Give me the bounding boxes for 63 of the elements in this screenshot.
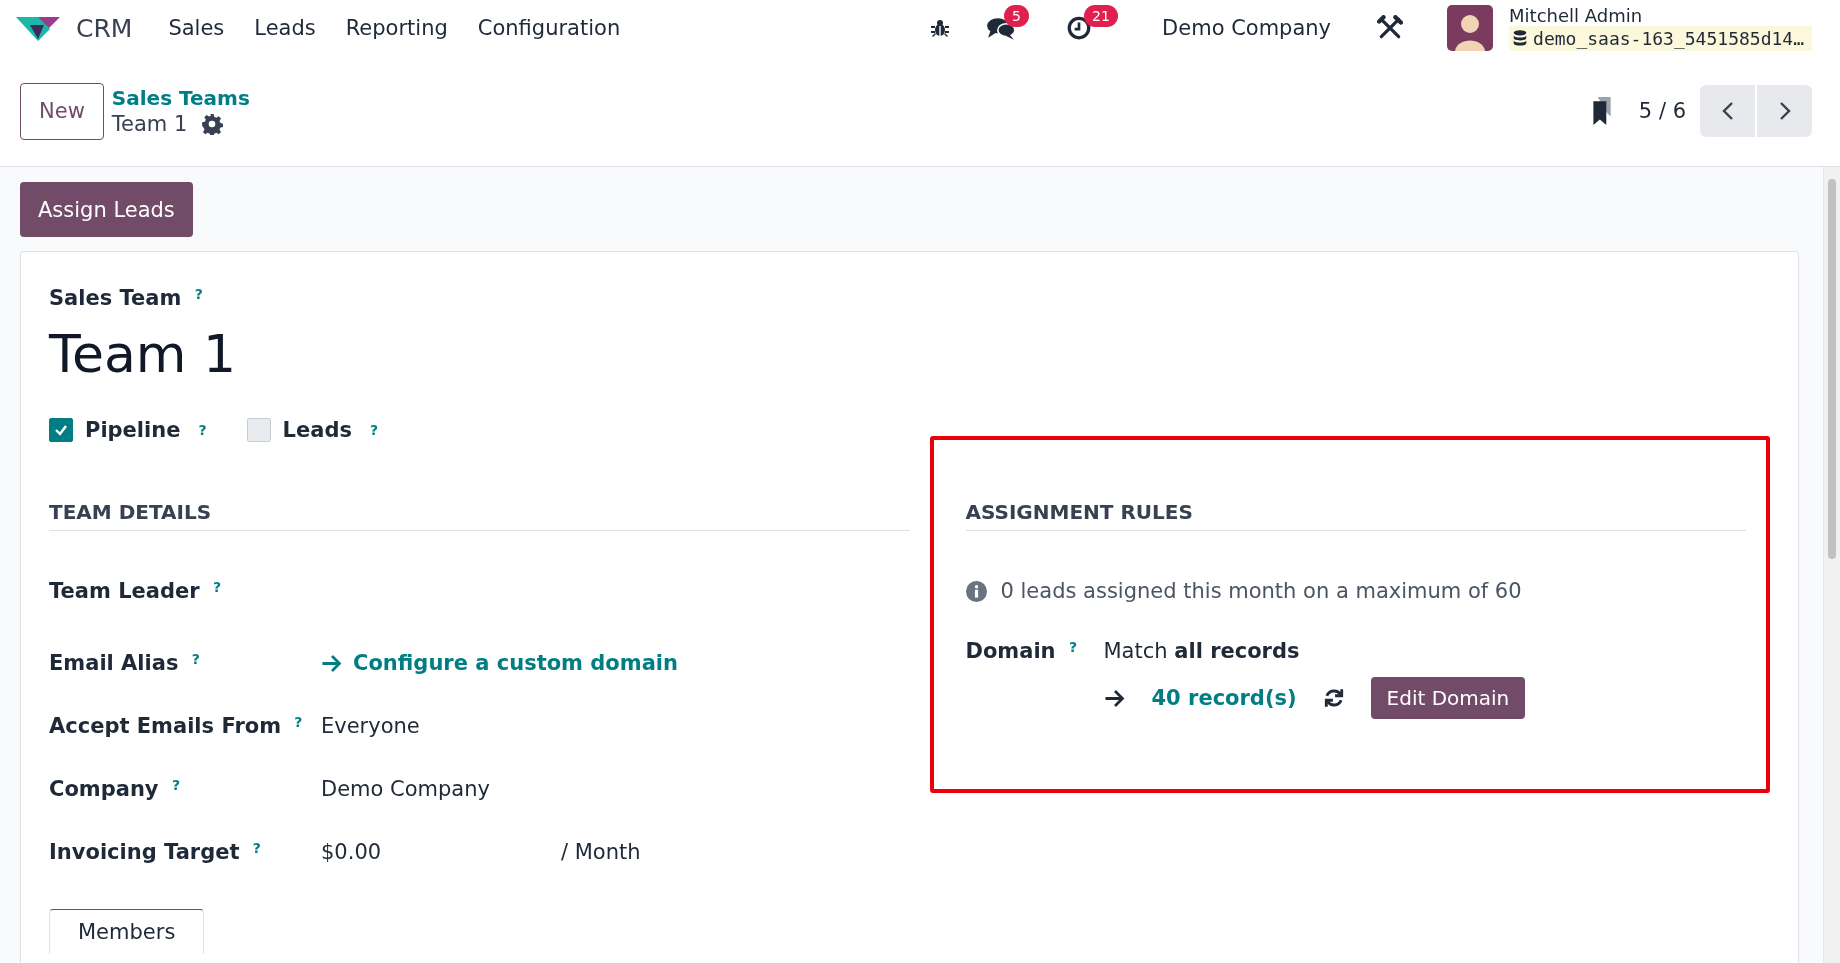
field-value: Demo Company <box>321 777 490 801</box>
configure-domain-link[interactable]: Configure a custom domain <box>321 651 678 675</box>
info-icon <box>965 580 987 602</box>
field-label: Domain <box>965 639 1056 663</box>
user-name[interactable]: Mitchell Admin <box>1509 5 1812 26</box>
menu-item[interactable]: Configuration <box>463 8 637 48</box>
checkbox-label: Pipeline <box>85 418 181 442</box>
tools-icon[interactable] <box>1377 15 1404 41</box>
pager-counter[interactable]: 5 / 6 <box>1638 99 1686 123</box>
activity-count-badge: 21 <box>1084 5 1118 27</box>
bookmark-icon[interactable] <box>1590 97 1613 125</box>
field-label: Invoicing Target <box>49 840 240 864</box>
field-label: Team Leader <box>49 579 200 603</box>
checkmark-icon <box>54 423 68 437</box>
help-tooltip[interactable]: ? <box>212 579 221 595</box>
database-label: demo_saas-163_5451585d14… <box>1533 27 1804 49</box>
chevron-right-icon <box>1778 101 1791 121</box>
help-tooltip[interactable]: ? <box>1068 639 1077 655</box>
field-label: Sales Team <box>49 286 182 310</box>
app-name[interactable]: CRM <box>76 13 133 43</box>
menu-item[interactable]: Reporting <box>331 8 464 48</box>
refresh-icon[interactable] <box>1322 687 1345 709</box>
arrow-right-icon <box>1103 689 1126 707</box>
help-tooltip[interactable]: ? <box>252 840 261 856</box>
record-name: Team 1 <box>111 112 188 136</box>
help-tooltip[interactable]: ? <box>171 777 180 793</box>
assignment-info-text: 0 leads assigned this month on a maximum of 60 <box>1000 579 1522 603</box>
clock-icon[interactable] <box>1066 15 1093 41</box>
records-link[interactable]: 40 record(s) <box>1151 686 1297 710</box>
help-tooltip[interactable]: ? <box>191 651 200 667</box>
field-label: Email Alias <box>49 651 179 675</box>
bug-icon[interactable] <box>930 18 951 38</box>
company-switcher[interactable]: Demo Company <box>1162 16 1332 40</box>
edit-domain-button[interactable]: Edit Domain <box>1370 677 1526 719</box>
field-value: $0.00 <box>321 840 383 864</box>
scrollbar-thumb[interactable] <box>1828 179 1836 559</box>
notebook-tab[interactable]: Members <box>49 909 205 954</box>
field-value: Everyone <box>321 714 420 738</box>
message-count-badge: 5 <box>1004 5 1029 27</box>
chevron-left-icon <box>1721 101 1734 121</box>
help-tooltip[interactable]: ? <box>198 422 207 438</box>
help-tooltip[interactable]: ? <box>369 422 379 438</box>
database-icon <box>1513 30 1528 46</box>
domain-summary: Match all records <box>1103 639 1301 663</box>
field-label: Accept Emails From <box>49 714 282 738</box>
section-heading: TEAM DETAILS <box>49 500 910 531</box>
arrow-right-icon <box>321 654 343 672</box>
new-button[interactable]: New <box>20 82 104 140</box>
gear-icon[interactable] <box>201 113 224 135</box>
help-tooltip[interactable]: ? <box>294 714 303 730</box>
user-avatar[interactable] <box>1447 5 1494 51</box>
scrollbar[interactable] <box>1823 167 1840 963</box>
checkbox[interactable] <box>49 418 73 442</box>
field-label: Company <box>49 777 159 801</box>
checkbox-label: Leads <box>282 418 352 442</box>
menu-item[interactable]: Leads <box>240 8 332 48</box>
record-title: Team 1 <box>49 323 238 386</box>
assign-leads-button[interactable]: Assign Leads <box>20 182 193 237</box>
breadcrumb-link[interactable]: Sales Teams <box>111 86 250 110</box>
help-tooltip[interactable]: ? <box>194 286 203 302</box>
unit-label: / Month <box>561 840 641 864</box>
menu-item[interactable]: Sales <box>154 8 241 48</box>
section-heading: ASSIGNMENT RULES <box>965 500 1746 531</box>
